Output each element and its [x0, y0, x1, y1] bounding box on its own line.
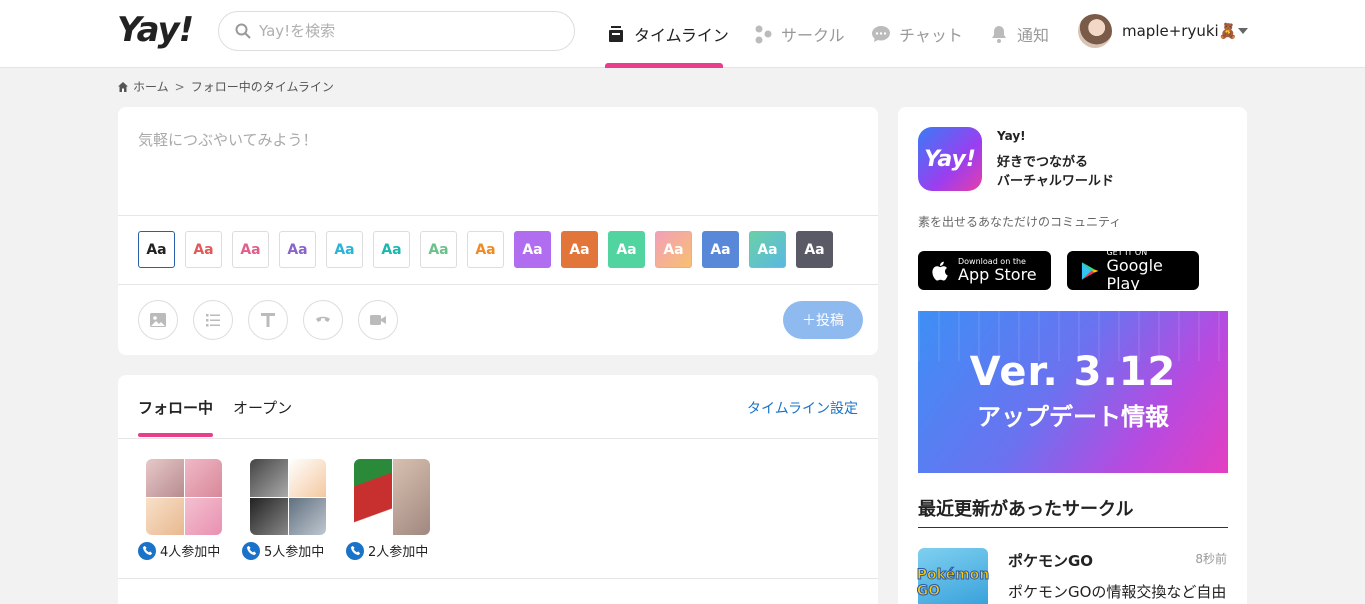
- nav-timeline-label: タイムライン: [634, 26, 729, 45]
- circle-updated-time: 8秒前: [1195, 552, 1227, 566]
- nav-circle-label: サークル: [781, 26, 845, 45]
- recent-circles-heading: 最近更新があったサークル: [918, 499, 1134, 520]
- font-style-option[interactable]: Aa: [514, 231, 551, 268]
- divider: [118, 284, 878, 285]
- user-name: maple+ryuki🧸: [1122, 22, 1238, 40]
- font-style-option[interactable]: Aa: [420, 231, 457, 268]
- call-participant-thumbnails: [250, 459, 326, 535]
- timeline-settings-link[interactable]: タイムライン設定: [747, 398, 858, 418]
- font-style-option[interactable]: Aa: [467, 231, 504, 268]
- nav-circle[interactable]: サークル: [753, 0, 845, 68]
- phone-icon: [138, 541, 156, 560]
- font-style-option[interactable]: Aa: [749, 231, 786, 268]
- video-button[interactable]: [358, 300, 398, 340]
- call-participant-count: 5人参加中: [264, 545, 325, 560]
- user-menu[interactable]: maple+ryuki🧸: [1078, 13, 1237, 49]
- font-style-option[interactable]: Aa: [796, 231, 833, 268]
- divider: [918, 527, 1228, 528]
- update-banner[interactable]: Ver. 3.12 アップデート情報: [918, 311, 1228, 473]
- call-group[interactable]: 5人参加中: [242, 459, 332, 560]
- font-style-option[interactable]: Aa: [185, 231, 222, 268]
- call-participant-count: 2人参加中: [368, 545, 429, 560]
- font-style-option[interactable]: Aa: [279, 231, 316, 268]
- call-group[interactable]: 4人参加中: [138, 459, 228, 560]
- nav-chat-label: チャット: [899, 26, 963, 45]
- app-store-big-text: App Store: [958, 265, 1037, 284]
- timeline-card: フォロー中 オープン タイムライン設定 4人参加中 5人参加中 2人参加中: [118, 375, 878, 604]
- phone-icon: [242, 541, 260, 560]
- font-style-option[interactable]: Aa: [655, 231, 692, 268]
- app-icon: Yay!: [918, 127, 982, 191]
- font-style-option[interactable]: Aa: [702, 231, 739, 268]
- font-style-option[interactable]: Aa: [232, 231, 269, 268]
- app-tagline-line-1: 好きでつながる: [997, 155, 1089, 170]
- call-participant-thumbnails: [354, 459, 430, 535]
- breadcrumb-current: フォロー中のタイムライン: [190, 80, 334, 94]
- apple-icon: [932, 261, 948, 281]
- phone-icon: [346, 541, 364, 560]
- google-play-icon: [1081, 261, 1099, 280]
- tab-active-indicator: [138, 433, 213, 437]
- divider: [118, 215, 878, 216]
- video-icon: [370, 315, 386, 325]
- text-style-button[interactable]: [248, 300, 288, 340]
- nav-notifications-label: 通知: [1017, 26, 1050, 45]
- chevron-down-icon[interactable]: [1238, 28, 1248, 34]
- divider: [118, 438, 878, 439]
- chat-icon: [872, 26, 890, 42]
- text-icon: [261, 313, 275, 327]
- list-icon: [206, 314, 220, 327]
- yay-logo[interactable]: Yay!: [117, 10, 194, 50]
- app-store-badge[interactable]: Download on the App Store: [918, 251, 1051, 290]
- post-composer: 気軽につぶやいてみよう！ Aa Aa Aa Aa Aa Aa Aa Aa Aa …: [118, 107, 878, 355]
- tab-following[interactable]: フォロー中: [138, 397, 213, 418]
- timeline-icon: [609, 26, 623, 42]
- image-icon: [150, 313, 166, 327]
- search-input[interactable]: [259, 22, 559, 40]
- circle-name[interactable]: ポケモンGO: [1008, 550, 1093, 571]
- app-name: Yay!: [997, 129, 1026, 143]
- nav-notifications[interactable]: 通知: [989, 0, 1049, 68]
- app-promo-sidebar: Yay! Yay! 好きでつながる バーチャルワールド 素を出せるあなただけのコ…: [898, 107, 1247, 604]
- font-style-option[interactable]: Aa: [561, 231, 598, 268]
- font-style-option[interactable]: Aa: [326, 231, 363, 268]
- font-style-option[interactable]: Aa: [608, 231, 645, 268]
- call-participant-count: 4人参加中: [160, 545, 221, 560]
- divider: [118, 578, 878, 579]
- breadcrumb-home[interactable]: ホーム: [133, 78, 169, 95]
- search-icon: [235, 23, 251, 39]
- bell-icon: [992, 26, 1006, 43]
- phone-icon: [316, 316, 330, 322]
- app-tagline-line-2: バーチャルワールド: [997, 174, 1114, 189]
- post-button[interactable]: ＋投稿: [783, 301, 863, 339]
- banner-subtitle: アップデート情報: [977, 403, 1169, 431]
- circle-description: ポケモンGOの情報交換など自由: [1008, 583, 1227, 601]
- font-style-option[interactable]: Aa: [138, 231, 175, 268]
- nav-timeline[interactable]: タイムライン: [606, 0, 729, 68]
- call-group[interactable]: 2人参加中: [346, 459, 436, 560]
- google-play-big-text: Google Play: [1106, 256, 1163, 293]
- add-survey-button[interactable]: [193, 300, 233, 340]
- avatar: [1078, 14, 1112, 48]
- app-description: 素を出せるあなただけのコミュニティ: [918, 215, 1122, 229]
- nav-active-indicator: [605, 63, 723, 68]
- breadcrumb-separator: >: [174, 79, 185, 94]
- post-textarea[interactable]: 気軽につぶやいてみよう！: [138, 129, 318, 150]
- home-icon: [118, 81, 128, 92]
- call-button[interactable]: [303, 300, 343, 340]
- search-box[interactable]: [218, 11, 575, 51]
- banner-version: Ver. 3.12: [969, 349, 1177, 395]
- font-style-option[interactable]: Aa: [373, 231, 410, 268]
- top-header: Yay! タイムライン サークル チャット 通知 maple+ryuki🧸: [0, 0, 1365, 68]
- add-image-button[interactable]: [138, 300, 178, 340]
- nav-chat[interactable]: チャット: [871, 0, 963, 68]
- circle-icon: [755, 25, 772, 44]
- tab-open[interactable]: オープン: [233, 397, 292, 418]
- app-tagline: 好きでつながる バーチャルワールド: [997, 153, 1114, 191]
- call-participant-thumbnails: [146, 459, 222, 535]
- google-play-badge[interactable]: GET IT ON Google Play: [1067, 248, 1199, 293]
- circle-thumbnail[interactable]: Pokémon GO: [916, 548, 990, 604]
- breadcrumb: ホーム > フォロー中のタイムライン: [117, 78, 334, 95]
